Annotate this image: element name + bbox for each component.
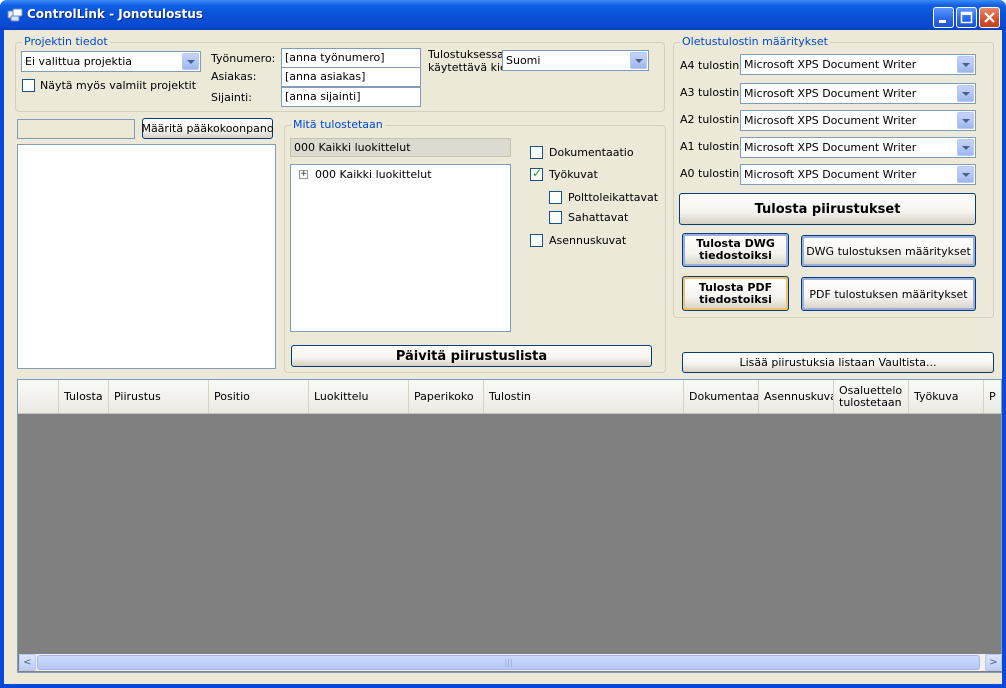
main-assembly-field[interactable] [17, 119, 135, 139]
minimize-button[interactable] [933, 7, 954, 28]
work-drawings-label: Työkuvat [549, 168, 598, 181]
col-header-p[interactable]: P [984, 380, 1001, 413]
language-label-line1: Tulostuksessa [428, 48, 504, 61]
a3-printer-value: Microsoft XPS Document Writer [744, 87, 917, 100]
add-from-vault-button[interactable]: Lisää piirustuksia listaan Vaultista... [682, 352, 994, 373]
col-header-installation[interactable]: Asennuskuva [759, 380, 834, 413]
print-drawings-button[interactable]: Tulosta piirustukset [679, 193, 976, 225]
a1-printer-select[interactable]: Microsoft XPS Document Writer [740, 137, 976, 158]
assembly-list[interactable] [17, 144, 276, 369]
customer-label: Asiakas: [211, 70, 257, 83]
dwg-settings-button[interactable]: DWG tulostuksen määritykset [801, 235, 976, 267]
window-title: ControlLink - Jonotulostus [27, 7, 203, 21]
location-label: Sijainti: [211, 91, 252, 104]
grid-header: Tulosta Piirustus Positio Luokittelu Pap… [18, 380, 1001, 414]
title-bar[interactable]: ControlLink - Jonotulostus [0, 0, 1006, 30]
a2-printer-label: A2 tulostin [680, 113, 740, 126]
customer-field[interactable]: [anna asiakas] [281, 67, 421, 87]
client-area: Projektin tiedot Ei valittua projektia N… [4, 30, 1002, 684]
language-label-line2: käytettävä kieli [428, 61, 513, 74]
show-finished-label: Näytä myös valmiit projektit [40, 79, 197, 92]
scroll-right-icon[interactable]: > [985, 654, 1002, 671]
project-info-title: Projektin tiedot [22, 35, 110, 49]
minimize-icon [939, 20, 946, 23]
what-to-print-title: Mitä tulostetaan [291, 118, 385, 132]
chevron-down-icon[interactable] [957, 139, 974, 156]
horizontal-scrollbar[interactable]: < ||| > [19, 654, 1002, 671]
close-button[interactable] [979, 7, 1000, 28]
job-number-label: Työnumero: [211, 52, 276, 65]
documentation-label: Dokumentaatio [549, 146, 634, 159]
col-header-printer[interactable]: Tulostin [484, 380, 684, 413]
col-header-select[interactable] [18, 380, 59, 413]
refresh-drawing-list-button[interactable]: Päivitä piirustuslista [291, 345, 652, 367]
installation-checkbox[interactable] [530, 234, 543, 247]
location-field[interactable]: [anna sijainti] [281, 87, 421, 107]
a4-printer-value: Microsoft XPS Document Writer [744, 58, 917, 71]
col-header-parts-list[interactable]: Osaluettelo tulostetaan [834, 380, 909, 413]
chevron-down-icon[interactable] [630, 52, 647, 69]
application-window: ControlLink - Jonotulostus Projektin tie… [0, 0, 1006, 688]
a4-printer-label: A4 tulostin [680, 59, 740, 72]
col-header-work-drawing[interactable]: Työkuva [909, 380, 984, 413]
a3-printer-label: A3 tulostin [680, 86, 740, 99]
language-select-value: Suomi [506, 54, 541, 67]
sawn-checkbox[interactable] [549, 211, 562, 224]
app-icon [7, 8, 23, 22]
print-dwg-label-line2: tiedostoiksi [699, 249, 772, 262]
col-header-documentation[interactable]: Dokumentaati [684, 380, 759, 413]
a2-printer-value: Microsoft XPS Document Writer [744, 114, 917, 127]
maximize-icon [960, 11, 973, 24]
pdf-settings-button[interactable]: PDF tulostuksen määritykset [801, 277, 976, 311]
drawing-grid[interactable] [17, 379, 1002, 673]
chevron-down-icon[interactable] [957, 85, 974, 102]
a2-printer-select[interactable]: Microsoft XPS Document Writer [740, 110, 976, 131]
col-header-drawing[interactable]: Piirustus [109, 380, 209, 413]
default-printers-title: Oletustulostin määritykset [680, 35, 830, 49]
work-drawings-checkbox[interactable] [530, 166, 543, 181]
close-icon [984, 12, 995, 23]
col-header-position[interactable]: Positio [209, 380, 309, 413]
a1-printer-label: A1 tulostin [680, 140, 740, 153]
a4-printer-select[interactable]: Microsoft XPS Document Writer [740, 54, 976, 75]
a0-printer-value: Microsoft XPS Document Writer [744, 168, 917, 181]
selected-classification-header: 000 Kaikki luokittelut [290, 138, 511, 157]
a1-printer-value: Microsoft XPS Document Writer [744, 141, 917, 154]
scroll-thumb[interactable]: ||| [37, 655, 980, 670]
chevron-down-icon[interactable] [957, 112, 974, 129]
print-pdf-label-line1: Tulosta PDF [698, 280, 773, 294]
print-pdf-button[interactable]: Tulosta PDF tiedostoiksi [682, 276, 789, 311]
documentation-checkbox[interactable] [530, 146, 543, 159]
col-header-print[interactable]: Tulosta [59, 380, 109, 413]
installation-label: Asennuskuvat [549, 234, 627, 247]
col-header-paper-size[interactable]: Paperikoko [409, 380, 484, 413]
print-pdf-label-line2: tiedostoiksi [699, 292, 772, 306]
chevron-down-icon[interactable] [957, 56, 974, 73]
chevron-down-icon[interactable] [182, 53, 199, 70]
a0-printer-label: A0 tulostin [680, 167, 740, 180]
sawn-label: Sahattavat [568, 211, 629, 224]
flame-cut-label: Polttoleikattavat [568, 191, 659, 204]
job-number-field[interactable]: [anna työnumero] [281, 48, 421, 68]
a0-printer-select[interactable]: Microsoft XPS Document Writer [740, 164, 976, 185]
tree-node-all[interactable]: 000 Kaikki luokittelut [315, 168, 432, 182]
project-select-value: Ei valittua projektia [25, 55, 132, 68]
show-finished-checkbox[interactable] [22, 79, 35, 92]
scroll-left-icon[interactable]: < [19, 654, 36, 671]
tree-expand-icon[interactable]: + [299, 170, 308, 179]
language-select[interactable]: Suomi [502, 50, 649, 71]
classification-tree[interactable]: + 000 Kaikki luokittelut [290, 164, 511, 332]
print-dwg-button[interactable]: Tulosta DWG tiedostoiksi [682, 233, 789, 267]
maximize-button[interactable] [956, 7, 977, 28]
a3-printer-select[interactable]: Microsoft XPS Document Writer [740, 83, 976, 104]
chevron-down-icon[interactable] [957, 166, 974, 183]
flame-cut-checkbox[interactable] [549, 191, 562, 204]
set-main-assembly-button[interactable]: Määritä pääkokoonpano [141, 118, 274, 139]
project-select[interactable]: Ei valittua projektia [21, 51, 201, 72]
col-header-classification[interactable]: Luokittelu [309, 380, 409, 413]
